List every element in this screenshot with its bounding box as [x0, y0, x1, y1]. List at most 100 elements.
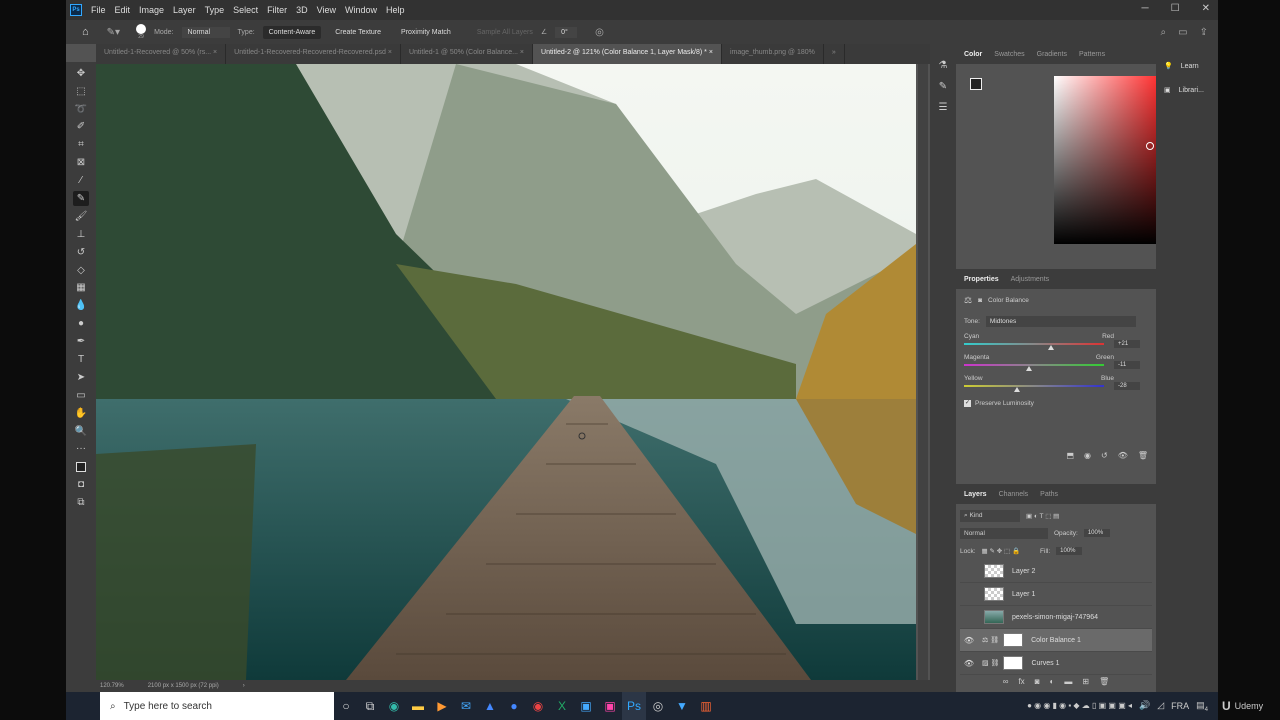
- marquee-tool-icon[interactable]: ⬚: [73, 84, 89, 99]
- clip-icon[interactable]: ⬒: [1066, 451, 1074, 460]
- layer-row[interactable]: pexels-simon-migaj-747964: [960, 606, 1152, 629]
- opacity-input[interactable]: 100%: [1083, 529, 1110, 537]
- status-arrow[interactable]: ›: [243, 683, 245, 689]
- media-icon[interactable]: ▶: [430, 692, 454, 720]
- tab-layers[interactable]: Layers: [964, 491, 987, 498]
- new-layer-icon[interactable]: ⊞: [1082, 677, 1089, 686]
- yellow-blue-slider[interactable]: [964, 385, 1104, 392]
- home-icon[interactable]: ⌂: [82, 26, 89, 38]
- layer-mask-thumbnail[interactable]: [1003, 656, 1024, 670]
- pen-icon[interactable]: ✒: [73, 334, 89, 349]
- tab-adjustments[interactable]: Adjustments: [1011, 276, 1050, 283]
- tab-channels[interactable]: Channels: [999, 491, 1029, 498]
- magenta-green-slider[interactable]: [964, 364, 1104, 371]
- history-brush-icon[interactable]: ↺: [73, 245, 89, 260]
- excel-icon[interactable]: X: [550, 692, 574, 720]
- tone-select[interactable]: Midtones: [985, 316, 1136, 327]
- tray-icons[interactable]: ● ◉ ◉ ▮ ◉ ▪ ◆ ☁ ▯ ▣ ▣ ▣ ◂: [1027, 701, 1132, 710]
- foreground-swatch[interactable]: [970, 78, 982, 90]
- add-mask-icon[interactable]: ◙: [1035, 677, 1040, 686]
- pressure-icon[interactable]: ◎: [595, 27, 604, 38]
- healing-brush-tool-icon[interactable]: ✎: [73, 191, 89, 206]
- menu-filter[interactable]: Filter: [267, 5, 287, 15]
- volume-icon[interactable]: 🔊: [1139, 700, 1150, 711]
- hand-icon[interactable]: ✋: [73, 406, 89, 421]
- eyedropper-icon[interactable]: ⁄: [73, 173, 89, 188]
- eye-icon[interactable]: 👁: [960, 659, 978, 668]
- zoom-icon[interactable]: 🔍: [73, 424, 89, 439]
- stamp-tool-icon[interactable]: ⊥: [73, 227, 89, 242]
- workspace-icon[interactable]: ▭: [1178, 27, 1187, 38]
- cyan-red-value[interactable]: +21: [1114, 340, 1140, 348]
- tab-doc-3[interactable]: Untitled-1 @ 50% (Color Balance... ×: [401, 44, 534, 64]
- layer-mask-thumbnail[interactable]: [1003, 633, 1024, 647]
- slider-thumb[interactable]: [1048, 345, 1054, 350]
- visibility-icon[interactable]: 👁: [1118, 451, 1128, 460]
- reset-icon[interactable]: ↺: [1101, 451, 1108, 460]
- app-icon[interactable]: ▣: [598, 692, 622, 720]
- view-previous-icon[interactable]: ◉: [1084, 451, 1091, 460]
- screen-mode-icon[interactable]: ⧉: [73, 495, 89, 510]
- language-indicator[interactable]: FRA: [1171, 701, 1189, 711]
- taskbar-search[interactable]: ⌕ Type here to search: [100, 692, 334, 720]
- learn-item[interactable]: 💡 Learn: [1156, 44, 1218, 71]
- lock-icons[interactable]: ▦ ✎ ✥ ⬚ 🔒: [982, 547, 1021, 555]
- slider-thumb[interactable]: [1025, 366, 1032, 371]
- menu-window[interactable]: Window: [345, 5, 377, 15]
- tab-doc-1[interactable]: Untitled-1-Recovered @ 50% (rs... ×: [96, 44, 227, 64]
- link-icon[interactable]: ∞: [1003, 677, 1009, 686]
- dodge-icon[interactable]: ●: [73, 316, 89, 331]
- menu-3d[interactable]: 3D: [296, 5, 308, 15]
- share-icon[interactable]: ⇪: [1200, 27, 1208, 38]
- delete-layer-icon[interactable]: 🗑: [1099, 677, 1109, 686]
- layer-row-selected[interactable]: 👁 ⚖ ⛓ Color Balance 1: [960, 629, 1152, 652]
- minimize-button[interactable]: ─: [1142, 3, 1149, 14]
- tab-patterns[interactable]: Patterns: [1079, 51, 1105, 58]
- create-texture-button[interactable]: Create Texture: [329, 25, 388, 39]
- healing-brush-icon[interactable]: ✎▾: [107, 27, 120, 38]
- layer-row[interactable]: Layer 2: [960, 560, 1152, 583]
- app-icon[interactable]: ●: [502, 692, 526, 720]
- menu-view[interactable]: View: [317, 5, 336, 15]
- tab-swatches[interactable]: Swatches: [994, 51, 1024, 58]
- delete-icon[interactable]: 🗑: [1138, 451, 1148, 460]
- eraser-icon[interactable]: ◇: [73, 263, 89, 278]
- lasso-tool-icon[interactable]: ➰: [73, 102, 89, 117]
- gradient-icon[interactable]: ▦: [73, 281, 89, 296]
- path-select-icon[interactable]: ➤: [73, 370, 89, 385]
- color-balance-icon[interactable]: ⚖: [964, 295, 972, 306]
- adjustment-layer-icon[interactable]: ◐: [1050, 677, 1055, 686]
- frame-tool-icon[interactable]: ⊠: [73, 155, 89, 170]
- foreground-background-colors[interactable]: [73, 460, 89, 475]
- app-icon[interactable]: ◎: [646, 692, 670, 720]
- group-icon[interactable]: ▬: [1064, 677, 1072, 686]
- canvas-vertical-scrollbar[interactable]: [918, 64, 928, 680]
- photoshop-taskbar-icon[interactable]: Ps: [622, 692, 646, 720]
- tab-doc-4-active[interactable]: Untitled-2 @ 121% (Color Balance 1, Laye…: [533, 44, 722, 64]
- angle-input[interactable]: 0°: [555, 26, 578, 38]
- move-tool-icon[interactable]: ✥: [73, 66, 89, 81]
- menu-image[interactable]: Image: [139, 5, 164, 15]
- layer-row[interactable]: 👁 ▨ ⛓ Curves 1: [960, 652, 1152, 675]
- layer-row[interactable]: Layer 1: [960, 583, 1152, 606]
- more-tools-icon[interactable]: ···: [73, 442, 89, 457]
- adjust-icon[interactable]: ☰: [939, 102, 948, 113]
- menu-select[interactable]: Select: [233, 5, 258, 15]
- quick-select-icon[interactable]: ✐: [73, 120, 89, 135]
- close-button[interactable]: ✕: [1202, 3, 1210, 14]
- tab-color[interactable]: Color: [964, 51, 982, 58]
- type-tool-icon[interactable]: T: [73, 352, 89, 367]
- cyan-red-slider[interactable]: [964, 343, 1104, 350]
- brush-tool-icon[interactable]: 🖌: [73, 209, 89, 224]
- tab-properties[interactable]: Properties: [964, 276, 999, 283]
- crop-tool-icon[interactable]: ⌗: [73, 138, 89, 153]
- magenta-green-value[interactable]: -11: [1114, 361, 1140, 369]
- kind-filter[interactable]: ⌕ Kind: [960, 510, 1020, 522]
- menu-layer[interactable]: Layer: [173, 5, 196, 15]
- tab-paths[interactable]: Paths: [1040, 491, 1058, 498]
- mask-icon[interactable]: ◙: [978, 297, 982, 304]
- tab-doc-5[interactable]: image_thumb.png @ 180%: [722, 44, 824, 64]
- mode-select[interactable]: Normal: [181, 26, 230, 38]
- menu-edit[interactable]: Edit: [115, 5, 131, 15]
- maximize-button[interactable]: ☐: [1171, 3, 1180, 14]
